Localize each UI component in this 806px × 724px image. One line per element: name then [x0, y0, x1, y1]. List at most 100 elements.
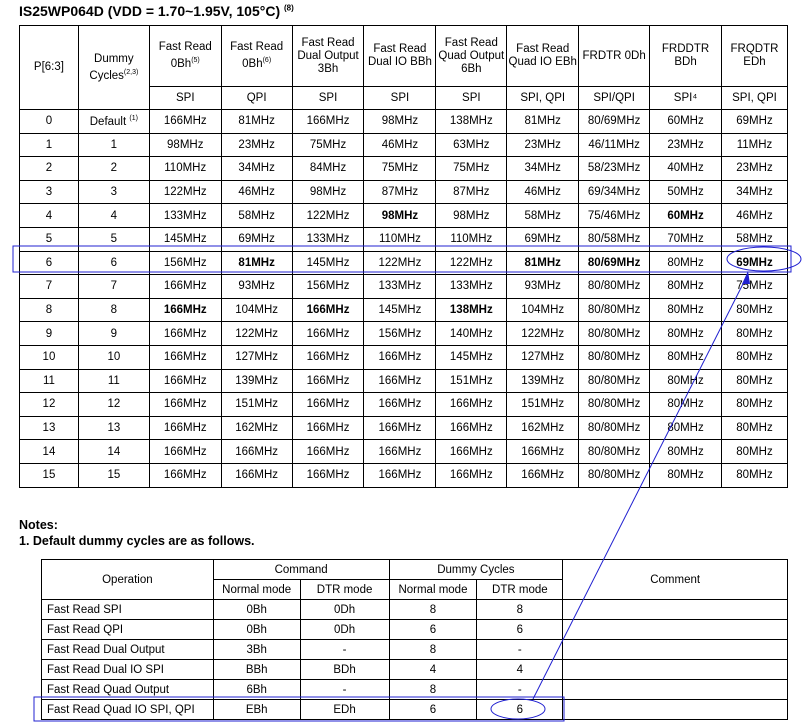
table-cell: 34MHz — [220, 156, 293, 181]
table-cell: 80MHz — [720, 415, 789, 441]
ops-cell: 0Dh — [299, 599, 390, 620]
table-cell: 8 — [77, 297, 150, 323]
table-cell: 10 — [77, 344, 150, 370]
table-cell: 110MHz — [363, 226, 437, 252]
table-cell: 34MHz — [506, 156, 580, 181]
ops-cell: BDh — [299, 659, 390, 680]
table-cell: 166MHz — [291, 344, 365, 370]
table-cell: 166MHz — [291, 392, 365, 417]
table-row: 15 15 166MHz 166MHz 166MHz 166MHz 166MHz 166MHz… — [19, 462, 789, 488]
table-cell: 69MHz — [506, 226, 580, 252]
mode-cell: SPI — [291, 86, 365, 110]
table-cell: 80/80MHz — [578, 274, 651, 299]
table-cell: 46/11MHz — [578, 132, 651, 158]
ops-cell: - — [476, 639, 564, 660]
table-row: 7 7 166MHz 93MHz 156MHz 133MHz 133MHz 93MHz 80/8… — [19, 274, 789, 299]
table-cell: 50MHz — [649, 179, 722, 205]
table-cell: 2 — [77, 156, 150, 181]
table-cell: 166MHz — [291, 462, 365, 488]
table-cell: 138MHz — [435, 109, 508, 134]
table-cell: 80/80MHz — [578, 462, 651, 488]
table-row: 1 1 98MHz 23MHz 75MHz 46MHz 63MHz 23MHz 46/11MHz… — [19, 132, 789, 158]
ops-cell: 6 — [476, 699, 564, 720]
mode-cell: SPI — [435, 86, 508, 110]
table-cell: 80MHz — [649, 439, 722, 464]
ops-cell: 6 — [388, 699, 478, 720]
table-cell: 122MHz — [291, 203, 365, 228]
table-cell: 110MHz — [435, 226, 508, 252]
ops-cell: 6 — [388, 619, 478, 640]
table-cell: 166MHz — [363, 344, 437, 370]
table-cell: 75/46MHz — [578, 203, 651, 228]
table-cell: 58MHz — [720, 226, 789, 252]
mode-cell: SPI — [148, 86, 222, 110]
table-cell: 7 — [77, 274, 150, 299]
table-cell: 10 — [19, 344, 79, 370]
ops-cell: EDh — [299, 699, 390, 720]
table-cell: 98MHz — [435, 203, 508, 228]
ops-cell: - — [299, 679, 390, 700]
table-cell: 145MHz — [291, 250, 365, 276]
table-cell: 80MHz — [720, 439, 789, 464]
table-cell: 80/69MHz — [578, 250, 651, 276]
table-cell: 80MHz — [649, 321, 722, 346]
table-cell: 80MHz — [649, 250, 722, 276]
col-header-10: FRQDTR EDh — [720, 25, 789, 87]
table-cell: 3 — [19, 179, 79, 205]
ops-col-command: Command — [212, 559, 390, 580]
mode-cell: SPI⁴ — [649, 86, 722, 110]
table-cell: 23MHz — [220, 132, 293, 158]
table-cell: 69/34MHz — [578, 179, 651, 205]
ops-cell — [562, 639, 788, 660]
table-cell: 81MHz — [220, 109, 293, 134]
table-cell: 11 — [77, 368, 150, 394]
col-header-5: Fast Read Dual IO BBh — [363, 25, 437, 87]
table-cell: 70MHz — [649, 226, 722, 252]
table-row: 6 6 156MHz 81MHz 145MHz 122MHz 122MHz 81MHz 80/6… — [19, 250, 789, 276]
ops-row: Fast Read SPI 0Bh 0Dh 8 8 — [41, 599, 788, 620]
table-cell: 13 — [77, 415, 150, 441]
table-cell: 80/80MHz — [578, 321, 651, 346]
table-cell: 166MHz — [148, 392, 222, 417]
table-cell: 145MHz — [148, 226, 222, 252]
table-cell: 40MHz — [649, 156, 722, 181]
col-header-6: Fast Read Quad Output 6Bh — [435, 25, 508, 87]
table-cell: 7 — [19, 274, 79, 299]
ops-cell: Fast Read Dual Output — [41, 639, 214, 660]
table-cell: 140MHz — [435, 321, 508, 346]
ops-col-cmd-dtr: DTR mode — [299, 579, 390, 600]
table-row: 3 3 122MHz 46MHz 98MHz 87MHz 87MHz 46MHz 69/34MH… — [19, 179, 789, 205]
table-cell: 81MHz — [506, 250, 580, 276]
table-cell: 8 — [19, 297, 79, 323]
table-row: 2 2 110MHz 34MHz 84MHz 75MHz 75MHz 34MHz 58/23MH… — [19, 156, 789, 181]
mode-cell: SPI, QPI — [506, 86, 580, 110]
table-cell: 9 — [19, 321, 79, 346]
table-cell: 80/80MHz — [578, 297, 651, 323]
ops-cell: 6 — [476, 619, 564, 640]
ops-cell: 4 — [476, 659, 564, 680]
table-cell: 133MHz — [363, 274, 437, 299]
table-cell: 166MHz — [435, 415, 508, 441]
table-cell: 138MHz — [435, 297, 508, 323]
table-row: 14 14 166MHz 166MHz 166MHz 166MHz 166MHz 166MHz… — [19, 439, 789, 464]
table-cell: 151MHz — [435, 368, 508, 394]
table-cell: 162MHz — [506, 415, 580, 441]
table-row: 4 4 133MHz 58MHz 122MHz 98MHz 98MHz 58MHz 75/46M… — [19, 203, 789, 228]
table-cell: 23MHz — [720, 156, 789, 181]
ops-cell: Fast Read QPI — [41, 619, 214, 640]
table-cell: 58MHz — [220, 203, 293, 228]
table-cell: 166MHz — [363, 368, 437, 394]
table-cell: 98MHz — [363, 203, 437, 228]
table-cell: Default (1) — [77, 109, 150, 134]
mode-cell: SPI, QPI — [720, 86, 789, 110]
col-header-9: FRDDTR BDh — [649, 25, 722, 87]
page-title: IS25WP064D (VDD = 1.70~1.95V, 105°C) (8) — [19, 3, 294, 19]
table-cell: 80/80MHz — [578, 344, 651, 370]
table-cell: 84MHz — [291, 156, 365, 181]
mode-cell: SPI/QPI — [578, 86, 651, 110]
table-cell: 81MHz — [220, 250, 293, 276]
table-cell: 14 — [19, 439, 79, 464]
ops-cell: 6Bh — [212, 679, 301, 700]
col-header-2: Fast Read 0Bh(5) — [148, 25, 222, 87]
table-cell: 80MHz — [649, 462, 722, 488]
